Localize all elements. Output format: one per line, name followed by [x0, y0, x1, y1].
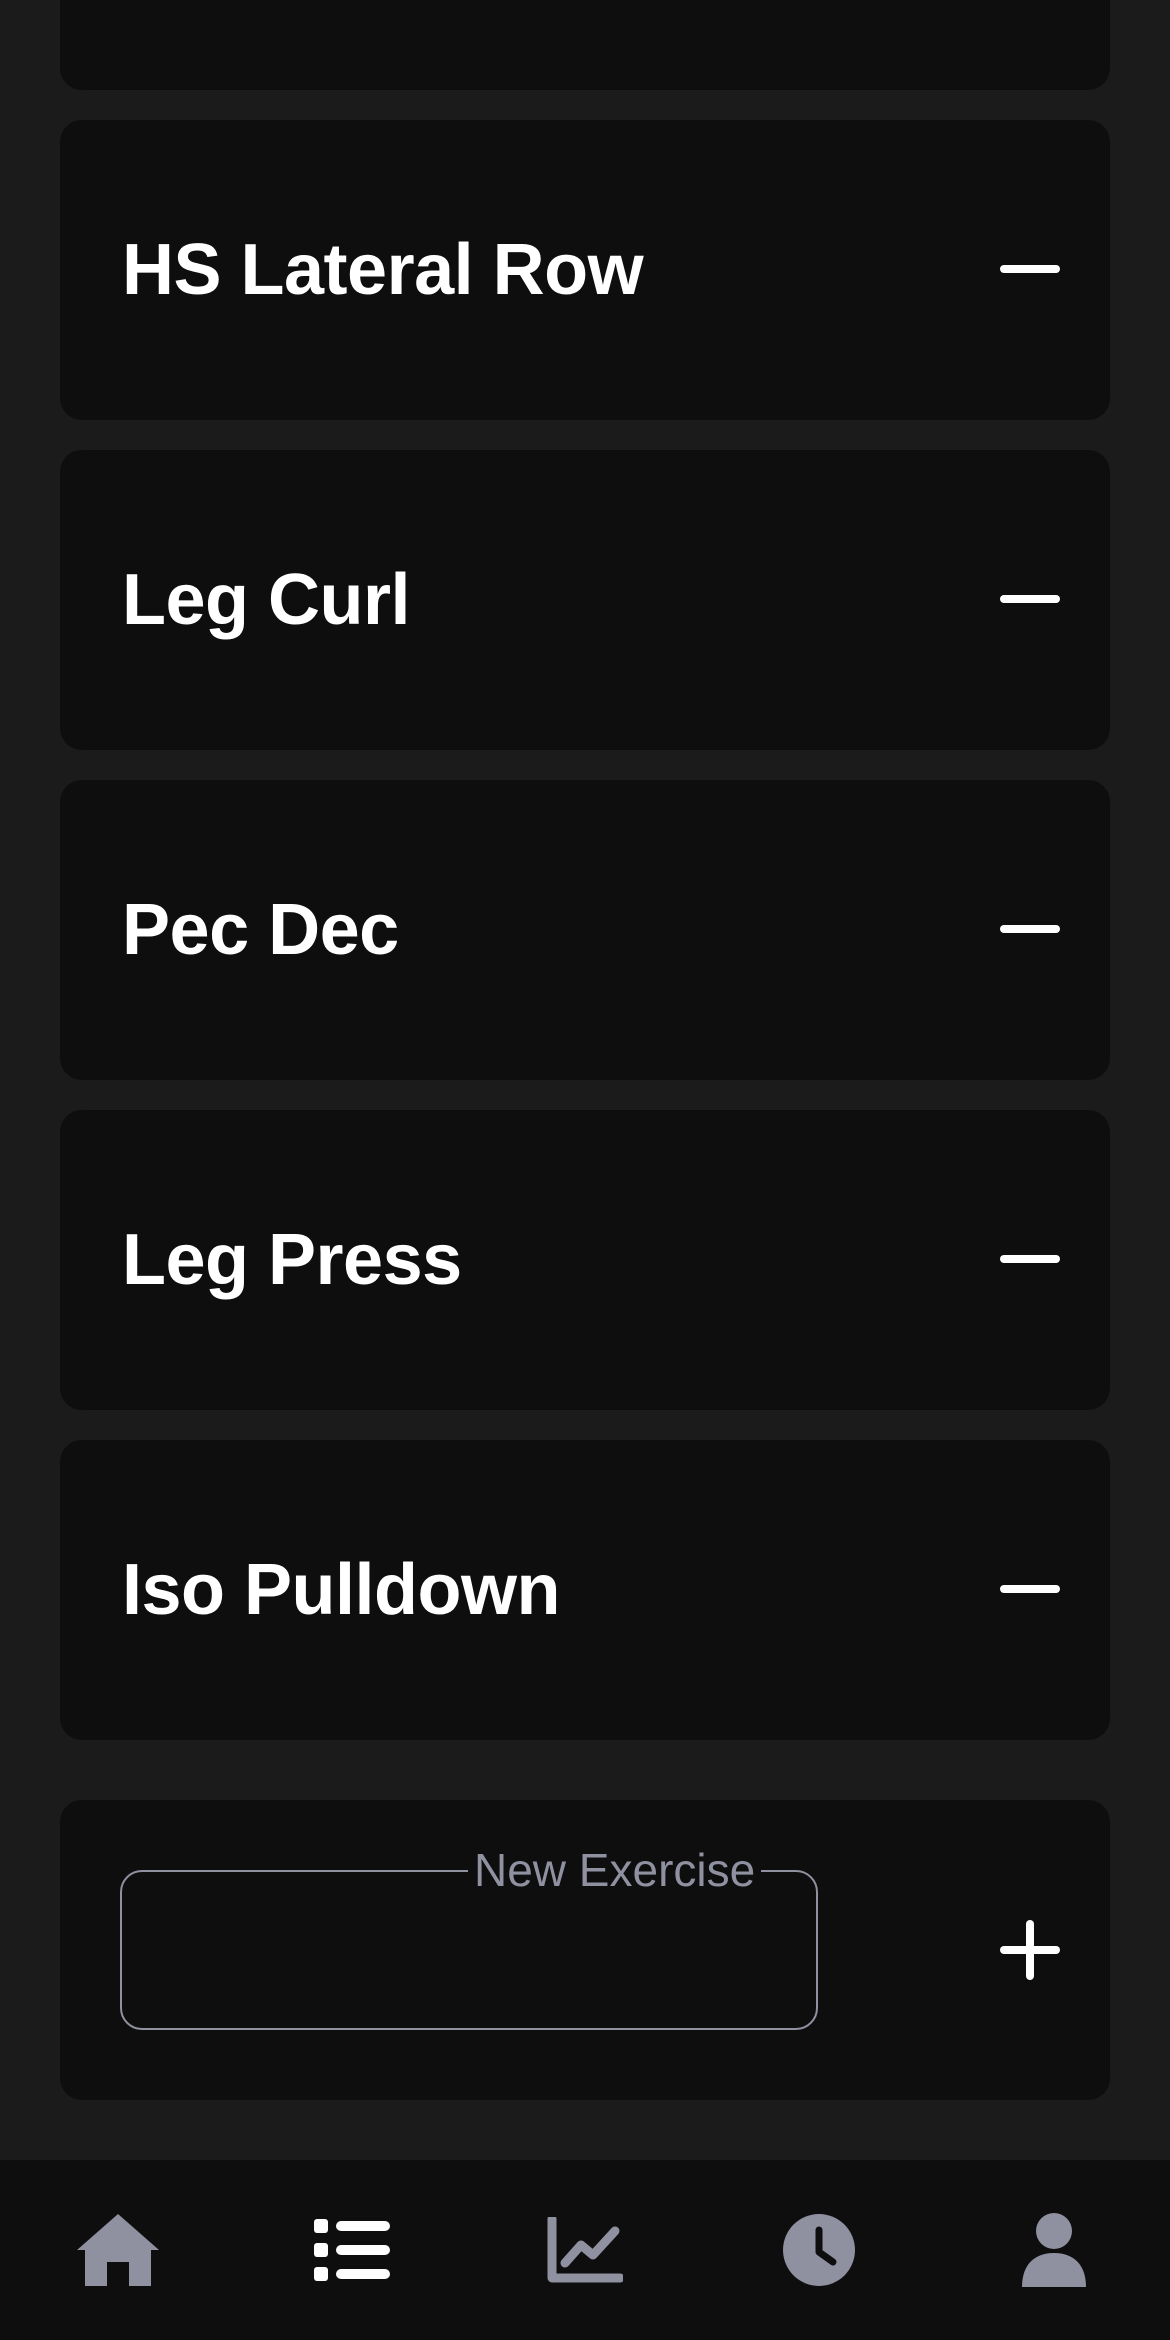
new-exercise-field: New Exercise [120, 1840, 818, 2030]
chart-icon [547, 2217, 623, 2283]
new-exercise-card: New Exercise [60, 1800, 1110, 2100]
exercise-name: Pec Dec [122, 890, 399, 970]
remove-exercise-button[interactable] [990, 1220, 1070, 1300]
exercise-card-partial [60, 0, 1110, 90]
exercise-name: Leg Curl [122, 560, 411, 640]
add-exercise-button[interactable] [990, 1910, 1070, 1990]
exercise-name: Leg Press [122, 1220, 462, 1300]
clock-icon [783, 2214, 855, 2286]
exercise-name: Iso Pulldown [122, 1550, 561, 1630]
nav-home[interactable] [58, 2190, 178, 2310]
minus-icon [1000, 1255, 1060, 1263]
nav-progress[interactable] [525, 2190, 645, 2310]
minus-icon [1000, 265, 1060, 273]
workout-edit-screen: HS Lateral Row Leg Curl Pec Dec Leg Pres… [0, 0, 1170, 2340]
home-icon [77, 2214, 159, 2286]
remove-exercise-button[interactable] [990, 890, 1070, 970]
exercise-card: Leg Curl [60, 450, 1110, 750]
bottom-nav [0, 2160, 1170, 2340]
nav-workouts[interactable] [292, 2190, 412, 2310]
minus-icon [1000, 1585, 1060, 1593]
nav-history[interactable] [759, 2190, 879, 2310]
nav-profile[interactable] [994, 2190, 1114, 2310]
exercise-card: Iso Pulldown [60, 1440, 1110, 1740]
exercise-name: HS Lateral Row [122, 230, 644, 310]
remove-exercise-button[interactable] [990, 560, 1070, 640]
remove-exercise-button[interactable] [990, 230, 1070, 310]
person-icon [1022, 2213, 1086, 2287]
exercise-card: Leg Press [60, 1110, 1110, 1410]
minus-icon [1000, 925, 1060, 933]
remove-exercise-button[interactable] [990, 1550, 1070, 1630]
minus-icon [1000, 595, 1060, 603]
new-exercise-input[interactable] [152, 1902, 786, 2000]
list-icon [314, 2219, 390, 2281]
exercise-card: Pec Dec [60, 780, 1110, 1080]
exercise-card: HS Lateral Row [60, 120, 1110, 420]
new-exercise-label: New Exercise [468, 1840, 762, 1900]
